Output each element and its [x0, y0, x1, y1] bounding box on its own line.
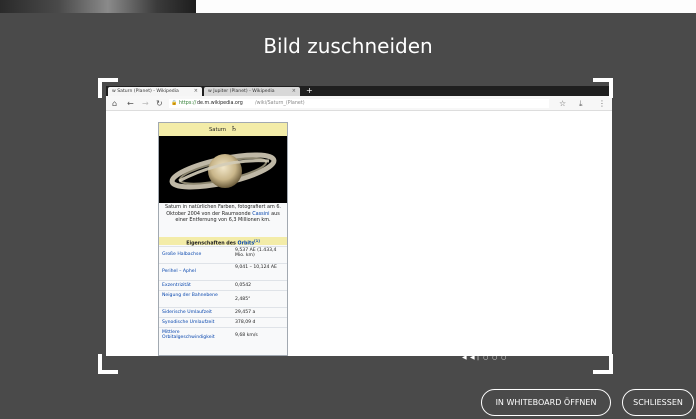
close-button[interactable]: SCHLIESSEN — [622, 389, 694, 416]
star-icon: ☆ — [559, 99, 567, 108]
background-thumbnail — [0, 0, 196, 13]
row-value: 9,537 AE (1.433,4 Mio. km) — [235, 248, 277, 259]
crop-handle-top-left[interactable] — [98, 78, 118, 98]
url-path: /wiki/Saturn_(Planet) — [255, 101, 305, 106]
row-key: Perihel – Aphel — [162, 269, 196, 274]
url-scheme: https:// — [179, 101, 197, 106]
dialog-title: Bild zuschneiden — [263, 34, 433, 58]
infobox-row: Neigung der Bahnebene 2,485° — [159, 290, 287, 307]
new-tab-icon: + — [306, 86, 313, 95]
browser-tab-bar: w Saturn (Planet) - Wikipedia × w Jupite… — [106, 86, 612, 96]
pager-dot-icon[interactable]: ○ — [501, 353, 506, 363]
menu-icon: ⋮ — [598, 99, 606, 108]
caption-link-cassini: Cassini — [252, 210, 270, 217]
infobox-row: Synodische Umlaufzeit 378,09 d — [159, 317, 287, 327]
tab-close-icon: × — [291, 88, 296, 94]
row-value: 9,68 km/s — [235, 333, 258, 338]
row-value: 9,041 – 10,124 AE — [235, 265, 277, 270]
url-box: 🔒 https:// de.m.wikipedia.org /wiki/Satu… — [169, 99, 549, 108]
reload-icon: ↻ — [156, 99, 163, 108]
pager-prev-icon[interactable]: ◀ — [462, 353, 467, 363]
row-key: Siderische Umlaufzeit — [162, 310, 212, 315]
top-strip — [0, 0, 696, 13]
captured-screenshot: w Saturn (Planet) - Wikipedia × w Jupite… — [106, 86, 612, 356]
tab-close-icon: × — [193, 88, 198, 94]
saturn-symbol: ♄ — [230, 125, 238, 133]
tab-label: w Saturn (Planet) - Wikipedia — [112, 89, 179, 94]
browser-address-bar: ⌂ ← → ↻ 🔒 https:// de.m.wikipedia.org /w… — [106, 96, 612, 111]
row-value: 2,485° — [235, 297, 251, 302]
row-key: Neigung der Bahnebene — [162, 293, 218, 298]
row-value: 29,457 a — [235, 310, 256, 315]
pager-divider: | — [477, 354, 480, 361]
crop-handle-top-right[interactable] — [593, 78, 613, 98]
saturn-illustration — [159, 136, 287, 203]
row-key: Exzentrizität — [162, 283, 191, 288]
row-key: Mittlere Orbitalgeschwindigkeit — [162, 330, 215, 341]
wikipedia-infobox: Saturn ♄ Saturn in natürlichen Farben, f… — [158, 122, 288, 356]
row-key: Synodische Umlaufzeit — [162, 320, 215, 325]
row-value: 0,0542 — [235, 283, 252, 288]
crop-handle-bottom-right[interactable] — [593, 354, 613, 374]
download-icon: ⤓ — [579, 99, 583, 108]
pager-prev2-icon[interactable]: ◀ — [470, 353, 475, 363]
infobox-row: Perihel – Aphel 9,041 – 10,124 AE — [159, 263, 287, 280]
crop-handle-bottom-left[interactable] — [98, 354, 118, 374]
browser-tab-jupiter: w Jupiter (Planet) - Wikipedia × — [204, 87, 300, 96]
browser-tab-saturn: w Saturn (Planet) - Wikipedia × — [108, 87, 202, 96]
infobox-title: Saturn ♄ — [159, 123, 287, 136]
infobox-title-text: Saturn — [208, 127, 227, 133]
infobox-row: Siderische Umlaufzeit 29,457 a — [159, 307, 287, 317]
row-key: Große Halbachse — [162, 252, 202, 257]
back-arrow-icon: ← — [127, 99, 134, 108]
open-in-whiteboard-button[interactable]: IN WHITEBOARD ÖFFNEN — [481, 389, 611, 416]
infobox-row: Exzentrizität 0,0542 — [159, 280, 287, 290]
forward-arrow-icon: → — [142, 99, 149, 108]
infobox-row: Mittlere Orbitalgeschwindigkeit 9,68 km/… — [159, 327, 287, 344]
row-value: 378,09 d — [235, 320, 256, 325]
pager-dot-icon[interactable]: ○ — [492, 353, 497, 363]
lock-icon: 🔒 — [171, 100, 178, 106]
url-domain: de.m.wikipedia.org — [197, 101, 243, 106]
infobox-row: Große Halbachse 9,537 AE (1.433,4 Mio. k… — [159, 246, 287, 263]
section-ref: [1] — [254, 239, 260, 243]
home-icon: ⌂ — [112, 99, 118, 108]
infobox-section-title: Eigenschaften des Orbits[1] — [159, 237, 287, 247]
tab-label: w Jupiter (Planet) - Wikipedia — [208, 89, 275, 94]
infobox-caption: Saturn in natürlichen Farben, fotografie… — [161, 204, 285, 224]
saturn-image — [159, 136, 287, 203]
pager-dot-icon[interactable]: ○ — [483, 353, 488, 363]
